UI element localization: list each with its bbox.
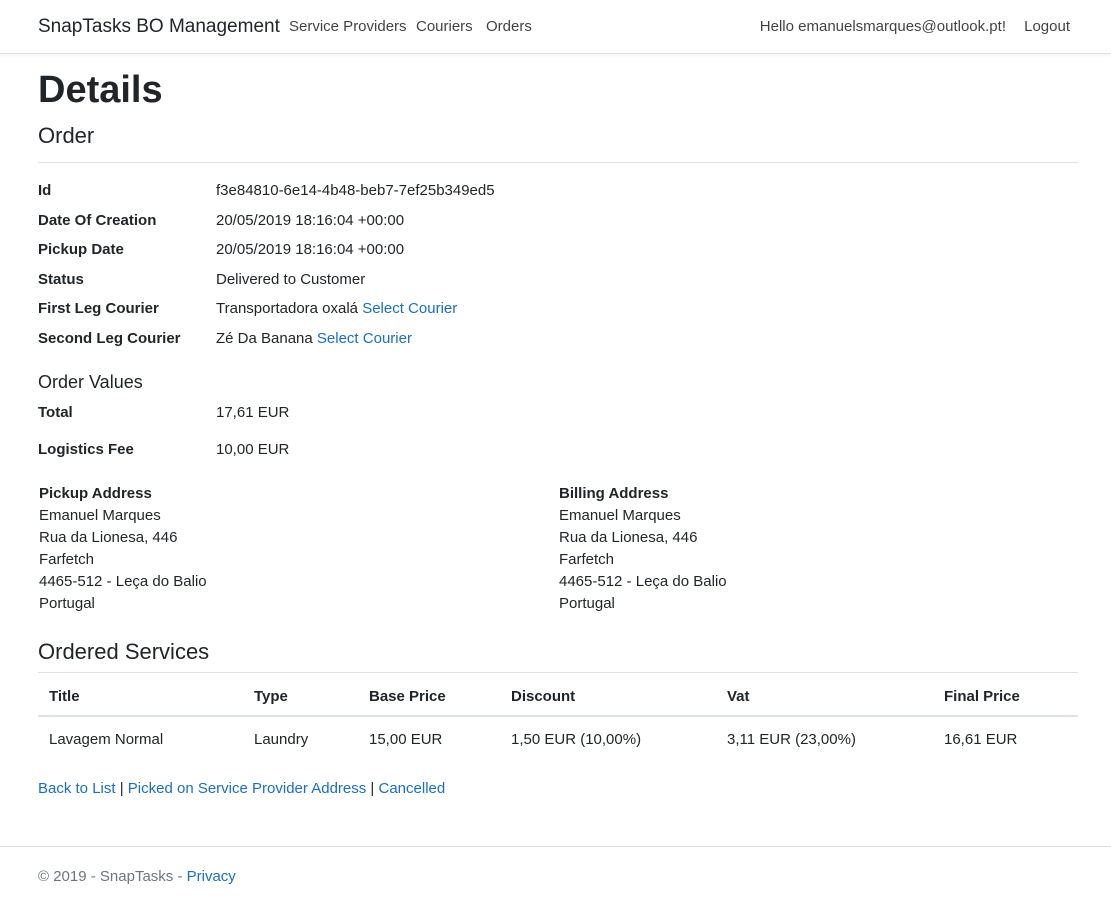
field-value-date-of-creation: 20/05/2019 18:16:04 +00:00 xyxy=(216,212,405,229)
field-value-status: Delivered to Customer xyxy=(216,271,366,288)
pickup-address-line: Farfetch xyxy=(39,551,95,568)
billing-address-line: Rua da Lionesa, 446 xyxy=(559,529,698,546)
billing-address-line: 4465-512 - Leça do Balio xyxy=(559,573,727,590)
page-subtitle: Order xyxy=(38,123,95,148)
column-header-title: Title xyxy=(49,688,80,705)
pickup-address-title: Pickup Address xyxy=(39,485,152,502)
cell-base-price: 15,00 EUR xyxy=(369,731,443,748)
field-value-id: f3e84810-6e14-4b48-beb7-7ef25b349ed5 xyxy=(216,182,495,199)
logistics-fee-value: 10,00 EUR xyxy=(216,441,290,458)
brand-link[interactable]: SnapTasks BO Management xyxy=(38,13,280,41)
logistics-fee-label: Logistics Fee xyxy=(38,441,134,458)
copyright-text: © 2019 - SnapTasks - xyxy=(38,868,187,885)
second-leg-select-courier-link[interactable]: Select Courier xyxy=(317,330,412,347)
footer: © 2019 - SnapTasks - Privacy xyxy=(0,846,1111,898)
field-label-status: Status xyxy=(38,271,84,288)
first-leg-courier-name: Transportadora oxalá xyxy=(216,300,359,317)
nav-orders[interactable]: Orders xyxy=(486,16,532,38)
page-title: Details xyxy=(38,69,163,111)
separator: | xyxy=(370,780,375,797)
table-header-row: Title Type Base Price Discount Vat Final… xyxy=(38,673,1078,717)
picked-on-provider-link[interactable]: Picked on Service Provider Address xyxy=(128,780,366,797)
field-value-second-leg-courier: Zé Da Banana Select Courier xyxy=(216,328,412,350)
total-label: Total xyxy=(38,404,73,421)
field-label-first-leg-courier: First Leg Courier xyxy=(38,300,159,317)
divider xyxy=(38,162,1078,163)
user-greeting-link[interactable]: Hello emanuelsmarques@outlook.pt! xyxy=(760,16,1006,38)
billing-address-title: Billing Address xyxy=(559,485,669,502)
nav-couriers[interactable]: Couriers xyxy=(416,16,473,38)
cell-title: Lavagem Normal xyxy=(49,731,164,748)
field-label-id: Id xyxy=(38,182,52,199)
column-header-vat: Vat xyxy=(727,688,750,705)
action-links: Back to List | Picked on Service Provide… xyxy=(38,778,445,800)
first-leg-select-courier-link[interactable]: Select Courier xyxy=(362,300,457,317)
order-values-heading: Order Values xyxy=(38,372,143,392)
field-label-second-leg-courier: Second Leg Courier xyxy=(38,330,181,347)
column-header-base-price: Base Price xyxy=(369,688,446,705)
cell-discount: 1,50 EUR (10,00%) xyxy=(511,731,642,748)
cell-vat: 3,11 EUR (23,00%) xyxy=(727,731,856,748)
billing-address-line: Emanuel Marques xyxy=(559,507,681,524)
nav-service-providers[interactable]: Service Providers xyxy=(289,16,407,38)
footer-content: © 2019 - SnapTasks - Privacy xyxy=(38,866,236,888)
pickup-address-line: Portugal xyxy=(39,595,95,612)
billing-address-block: Billing Address Emanuel Marques Rua da L… xyxy=(559,483,959,615)
field-label-date-of-creation: Date Of Creation xyxy=(38,212,157,229)
field-label-pickup-date: Pickup Date xyxy=(38,241,124,258)
pickup-address-block: Pickup Address Emanuel Marques Rua da Li… xyxy=(39,483,439,615)
logout-button[interactable]: Logout xyxy=(1024,16,1070,38)
cancelled-link[interactable]: Cancelled xyxy=(379,780,446,797)
ordered-services-table: Title Type Base Price Discount Vat Final… xyxy=(38,673,1078,763)
top-navbar: SnapTasks BO Management Service Provider… xyxy=(0,0,1111,54)
pickup-address-line: Emanuel Marques xyxy=(39,507,161,524)
second-leg-courier-name: Zé Da Banana xyxy=(216,330,313,347)
billing-address-line: Portugal xyxy=(559,595,615,612)
table-row: Lavagem Normal Laundry 15,00 EUR 1,50 EU… xyxy=(38,717,1078,763)
column-header-discount: Discount xyxy=(511,688,576,705)
column-header-type: Type xyxy=(254,688,288,705)
privacy-link[interactable]: Privacy xyxy=(187,868,236,885)
back-to-list-link[interactable]: Back to List xyxy=(38,780,116,797)
billing-address-line: Farfetch xyxy=(559,551,615,568)
column-header-final-price: Final Price xyxy=(944,688,1020,705)
cell-type: Laundry xyxy=(254,731,309,748)
total-value: 17,61 EUR xyxy=(216,404,290,421)
separator: | xyxy=(119,780,124,797)
field-value-pickup-date: 20/05/2019 18:16:04 +00:00 xyxy=(216,241,405,258)
ordered-services-heading: Ordered Services xyxy=(38,639,210,664)
pickup-address-line: 4465-512 - Leça do Balio xyxy=(39,573,207,590)
field-value-first-leg-courier: Transportadora oxalá Select Courier xyxy=(216,298,457,320)
cell-final-price: 16,61 EUR xyxy=(944,731,1018,748)
pickup-address-line: Rua da Lionesa, 446 xyxy=(39,529,178,546)
